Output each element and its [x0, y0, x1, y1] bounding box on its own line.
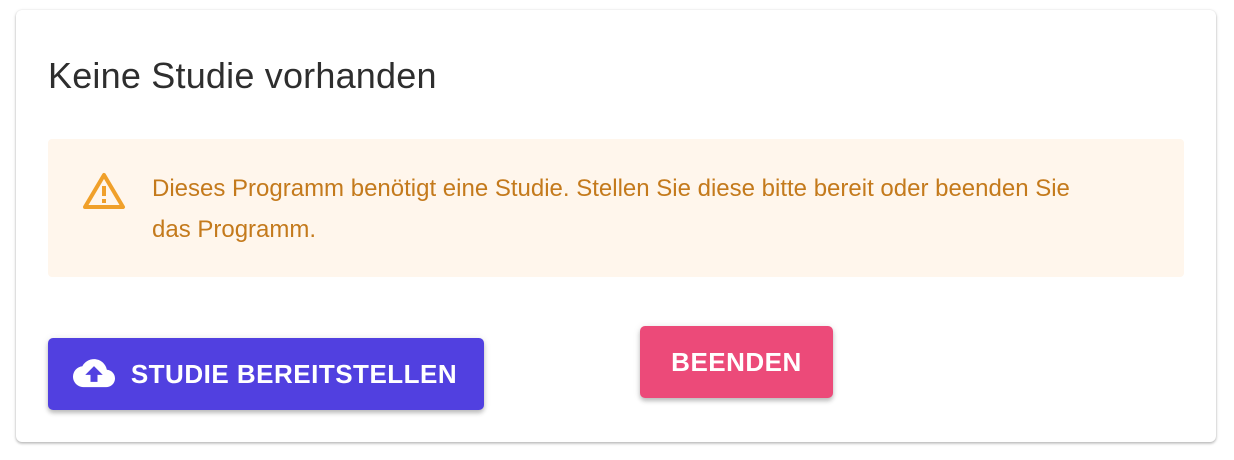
provide-study-button[interactable]: STUDIE BEREITSTELLEN	[48, 338, 484, 410]
quit-button[interactable]: BEENDEN	[640, 326, 833, 398]
quit-label: BEENDEN	[671, 346, 802, 377]
no-study-dialog: Keine Studie vorhanden Dieses Programm b…	[16, 10, 1216, 442]
warning-alert: Dieses Programm benötigt eine Studie. St…	[48, 139, 1184, 277]
warning-triangle-icon	[83, 173, 125, 209]
alert-message: Dieses Programm benötigt eine Studie. St…	[152, 175, 1070, 243]
cloud-upload-icon	[72, 359, 115, 388]
provide-study-label: STUDIE BEREITSTELLEN	[130, 358, 458, 389]
dialog-title: Keine Studie vorhanden	[48, 55, 437, 96]
